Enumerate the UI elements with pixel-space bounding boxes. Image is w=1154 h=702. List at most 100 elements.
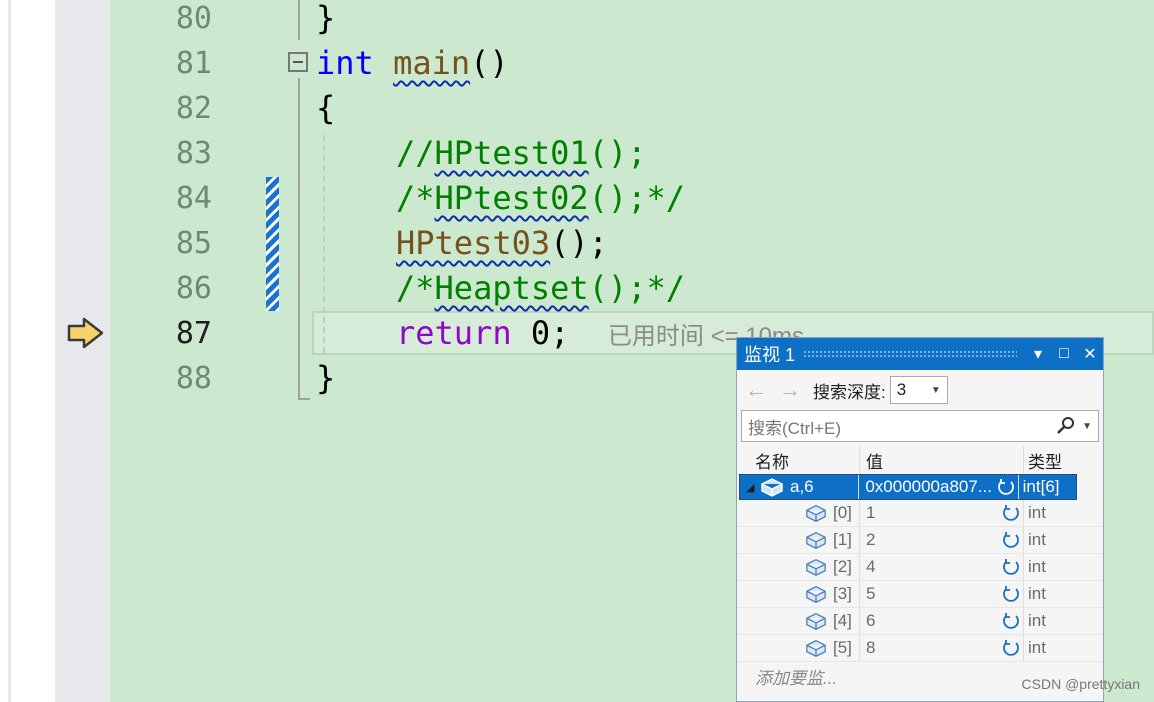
depth-label: 搜索深度: <box>813 382 886 402</box>
search-options-icon[interactable]: ▼ <box>1082 421 1092 432</box>
indent-guide <box>323 135 325 353</box>
child-type: int <box>1023 500 1083 526</box>
grid-header: 名称 值 类型 <box>737 446 1103 474</box>
child-name-cell: [2] <box>737 557 859 577</box>
child-value-cell: 5 <box>859 581 1023 607</box>
child-type: int <box>1023 635 1083 661</box>
child-value-cell: 2 <box>859 527 1023 553</box>
search-input[interactable]: 搜索(Ctrl+E) ▼ <box>741 410 1099 442</box>
code-line[interactable]: int main() <box>316 41 509 86</box>
left-strip <box>0 0 55 702</box>
glyph-margin[interactable] <box>55 0 110 702</box>
child-value: 6 <box>866 611 876 630</box>
child-name-cell: [0] <box>737 503 859 523</box>
child-value: 8 <box>866 638 876 657</box>
expand-triangle-icon[interactable]: ◢ <box>746 481 760 494</box>
child-name: [5] <box>833 638 852 657</box>
watch-row-child[interactable]: [1] 2 int <box>737 527 1103 554</box>
comment: ();*/ <box>588 179 685 217</box>
child-name-cell: [4] <box>737 611 859 631</box>
watch-title-bar[interactable]: 监视 1 ▾ □ ✕ <box>737 338 1103 370</box>
punctuation: (); <box>550 224 608 262</box>
brace: } <box>316 359 336 397</box>
refresh-icon[interactable] <box>1001 584 1021 604</box>
search-placeholder: 搜索(Ctrl+E) <box>748 418 842 438</box>
fold-line <box>298 0 300 40</box>
comment: (); <box>588 134 647 172</box>
search-depth-select[interactable]: 3 ▼ <box>889 376 948 404</box>
forward-arrow-icon[interactable]: → <box>779 377 801 403</box>
line-number: 82 <box>175 91 212 126</box>
punctuation: () <box>470 44 509 82</box>
child-value: 4 <box>866 557 876 576</box>
child-type: int <box>1023 554 1083 580</box>
brace: } <box>316 0 336 37</box>
child-type: int <box>1023 581 1083 607</box>
refresh-icon[interactable] <box>1001 611 1021 631</box>
function-call: HPtest03 <box>396 224 551 262</box>
comment: // <box>396 134 435 172</box>
child-name: [2] <box>833 557 852 576</box>
variable-icon <box>761 478 783 497</box>
watermark: CSDN @prettyxian <box>1021 676 1140 692</box>
chevron-down-icon: ▼ <box>930 384 941 396</box>
child-name: [0] <box>833 503 852 522</box>
refresh-icon[interactable] <box>1001 503 1021 523</box>
refresh-icon[interactable] <box>996 477 1016 497</box>
code-line[interactable]: /*Heaptset();*/ <box>396 266 685 311</box>
header-name[interactable]: 名称 <box>737 448 859 473</box>
refresh-icon[interactable] <box>1001 638 1021 658</box>
watch-title: 监视 1 <box>744 345 796 365</box>
code-line[interactable]: { <box>316 86 335 131</box>
line-number: 84 <box>175 181 212 216</box>
child-value-cell: 1 <box>859 500 1023 526</box>
child-value: 1 <box>866 503 876 522</box>
comment: /* <box>396 269 435 307</box>
watch-row-child[interactable]: [2] 4 int <box>737 554 1103 581</box>
watch-row-child[interactable]: [3] 5 int <box>737 581 1103 608</box>
keyword: return <box>396 314 512 352</box>
maximize-icon[interactable]: □ <box>1051 338 1077 370</box>
refresh-icon[interactable] <box>1001 530 1021 550</box>
watch-row-root[interactable]: ◢ a,6 0x000000a807... int[6] <box>739 474 1077 500</box>
line-number: 80 <box>175 1 212 36</box>
child-name: [4] <box>833 611 852 630</box>
watch-row-child[interactable]: [4] 6 int <box>737 608 1103 635</box>
root-value: 0x000000a807... <box>865 477 992 496</box>
drag-grip[interactable] <box>803 350 1017 358</box>
refresh-icon[interactable] <box>1001 557 1021 577</box>
child-name: [3] <box>833 584 852 603</box>
comment: HPtest02 <box>434 179 589 217</box>
line-number: 86 <box>175 271 212 306</box>
function-name: main <box>393 44 471 82</box>
dropdown-icon[interactable]: ▾ <box>1025 338 1051 370</box>
code-line[interactable]: } <box>316 356 335 401</box>
header-type[interactable]: 类型 <box>1023 446 1083 474</box>
watch-window: 监视 1 ▾ □ ✕ ← → 搜索深度: 3 ▼ 搜索(Ctrl+E) ▼ 名称… <box>736 337 1104 702</box>
line-number: 88 <box>175 361 212 396</box>
back-arrow-icon[interactable]: ← <box>745 377 767 403</box>
fold-line <box>298 78 300 400</box>
variable-icon <box>806 531 826 549</box>
root-value-cell: 0x000000a807... <box>858 475 1017 499</box>
watch-row-child[interactable]: [0] 1 int <box>737 500 1103 527</box>
variable-icon <box>806 504 826 522</box>
comment: /* <box>396 179 435 217</box>
watch-row-child[interactable]: [5] 8 int <box>737 635 1103 662</box>
code-line[interactable]: HPtest03(); <box>396 221 608 266</box>
header-value[interactable]: 值 <box>859 446 1023 474</box>
variable-icon <box>806 585 826 603</box>
comment: ();*/ <box>588 269 685 307</box>
search-icon[interactable] <box>1056 416 1078 436</box>
root-name-cell: ◢ a,6 <box>740 477 858 497</box>
variable-icon <box>806 558 826 576</box>
code-line[interactable]: } <box>316 0 335 41</box>
collapse-icon[interactable] <box>288 52 308 72</box>
close-icon[interactable]: ✕ <box>1077 338 1103 370</box>
code-line[interactable]: //HPtest01(); <box>396 131 646 176</box>
line-number: 81 <box>175 46 212 81</box>
watch-toolbar: ← → 搜索深度: 3 ▼ <box>737 370 1103 410</box>
child-value-cell: 6 <box>859 608 1023 634</box>
code-line[interactable]: /*HPtest02();*/ <box>396 176 685 221</box>
change-tracking-bar <box>266 177 279 311</box>
